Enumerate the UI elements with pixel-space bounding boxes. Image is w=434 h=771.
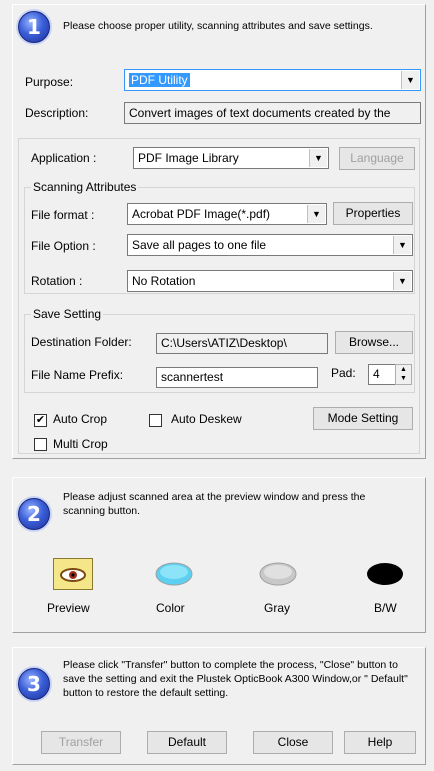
destination-folder-field: C:\Users\ATIZ\Desktop\ [156, 333, 328, 354]
multi-crop-label: Multi Crop [53, 437, 108, 451]
gray-scan-button[interactable] [258, 558, 298, 590]
rotation-select[interactable]: No Rotation ▼ [127, 270, 413, 292]
scanning-attributes-title: Scanning Attributes [31, 180, 139, 194]
default-button[interactable]: Default [147, 731, 227, 754]
bw-scan-button[interactable] [365, 558, 405, 590]
preview-label: Preview [47, 601, 90, 615]
file-format-label: File format : [31, 208, 95, 222]
auto-crop-checkbox[interactable]: ✔ [34, 414, 47, 427]
auto-crop-label: Auto Crop [53, 412, 108, 426]
file-name-prefix-input[interactable]: scannertest [156, 367, 318, 388]
color-scan-button[interactable] [154, 558, 194, 590]
color-disc-icon [155, 562, 193, 586]
close-button[interactable]: Close [253, 731, 333, 754]
purpose-label: Purpose: [25, 75, 74, 89]
properties-button[interactable]: Properties [333, 202, 413, 225]
application-selected-value: PDF Image Library [138, 151, 239, 165]
chevron-down-icon[interactable]: ▼ [307, 205, 325, 223]
purpose-selected-value: PDF Utility [129, 73, 190, 87]
description-field: Convert images of text documents created… [124, 102, 421, 124]
description-label: Description: [25, 106, 89, 120]
eye-icon [60, 568, 86, 582]
pad-label: Pad: [331, 366, 356, 380]
language-button[interactable]: Language [339, 147, 415, 170]
rotation-selected-value: No Rotation [132, 274, 196, 288]
file-option-selected-value: Save all pages to one file [132, 238, 267, 252]
chevron-down-icon[interactable]: ▼ [309, 149, 327, 167]
rotation-label: Rotation : [31, 274, 83, 288]
preview-button[interactable] [53, 558, 93, 590]
gray-disc-icon [259, 562, 297, 586]
mode-setting-button[interactable]: Mode Setting [313, 407, 413, 430]
step2-instruction: Please adjust scanned area at the previe… [63, 491, 366, 517]
step3-panel: 3 Please click "Transfer" button to comp… [12, 647, 426, 765]
bw-label: B/W [374, 601, 397, 615]
save-setting-title: Save Setting [31, 307, 104, 321]
chevron-down-icon[interactable]: ▼ [401, 71, 419, 89]
pad-input[interactable]: 4 [368, 364, 396, 385]
step1-badge: 1 [18, 11, 50, 43]
auto-deskew-label: Auto Deskew [171, 412, 242, 426]
file-option-select[interactable]: Save all pages to one file ▼ [127, 234, 413, 256]
file-name-prefix-label: File Name Prefix: [31, 368, 124, 382]
step1-panel: 1 Please choose proper utility, scanning… [12, 4, 426, 459]
step3-instruction: Please click "Transfer" button to comple… [63, 659, 408, 699]
gray-label: Gray [264, 601, 291, 615]
help-button[interactable]: Help [344, 731, 416, 754]
application-select[interactable]: PDF Image Library ▼ [133, 147, 329, 169]
browse-button[interactable]: Browse... [335, 331, 413, 354]
destination-folder-label: Destination Folder: [31, 335, 132, 349]
file-format-select[interactable]: Acrobat PDF Image(*.pdf) ▼ [127, 203, 327, 225]
spin-down-icon[interactable]: ▼ [396, 374, 411, 383]
chevron-down-icon[interactable]: ▼ [393, 272, 411, 290]
application-label: Application : [31, 151, 97, 165]
step2-panel: 2 Please adjust scanned area at the prev… [12, 477, 426, 633]
step1-instruction: Please choose proper utility, scanning a… [63, 20, 373, 32]
file-format-selected-value: Acrobat PDF Image(*.pdf) [132, 207, 271, 221]
step3-badge: 3 [18, 668, 50, 700]
spin-up-icon[interactable]: ▲ [396, 365, 411, 374]
black-disc-icon [367, 563, 403, 585]
file-option-label: File Option : [31, 239, 96, 253]
color-label: Color [156, 601, 185, 615]
chevron-down-icon[interactable]: ▼ [393, 236, 411, 254]
step2-badge: 2 [18, 498, 50, 530]
pad-stepper[interactable]: ▲ ▼ [395, 364, 412, 385]
auto-deskew-checkbox[interactable] [149, 414, 162, 427]
multi-crop-checkbox[interactable] [34, 438, 47, 451]
transfer-button[interactable]: Transfer [41, 731, 121, 754]
purpose-select[interactable]: PDF Utility ▼ [124, 69, 421, 91]
